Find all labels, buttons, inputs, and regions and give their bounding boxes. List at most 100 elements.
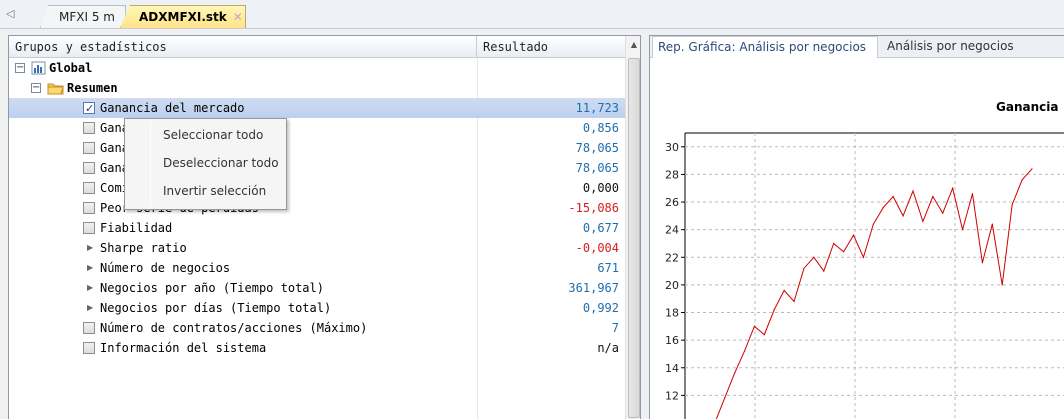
tab-label: ADXMFXI.stk — [139, 10, 227, 24]
row-label: Información del sistema — [100, 341, 267, 355]
table-row[interactable]: Ganancia del mercado 11,723 — [9, 98, 625, 119]
row-label: Global — [49, 61, 93, 75]
scrollbar-thumb[interactable] — [628, 58, 640, 418]
tab-adxmfxi[interactable]: ADXMFXI.stk ✕ — [120, 5, 246, 28]
data-point — [942, 212, 944, 214]
data-point — [803, 267, 805, 269]
collapse-icon[interactable]: − — [31, 83, 41, 93]
data-point — [852, 234, 855, 236]
row-checkbox[interactable] — [83, 99, 95, 119]
table-row[interactable]: ▶ Número de negocios 671 — [9, 258, 625, 278]
data-point — [892, 195, 894, 198]
expand-arrow-icon[interactable]: ▶ — [87, 258, 93, 278]
data-point — [872, 223, 874, 225]
y-tick-label: 28 — [665, 168, 679, 181]
y-tick-label: 30 — [665, 141, 679, 154]
scroll-left-icon[interactable]: ◁ — [6, 7, 14, 20]
row-label: Negocios por días (Tiempo total) — [100, 301, 332, 315]
row-checkbox[interactable] — [83, 122, 95, 134]
row-label: Fiabilidad — [100, 221, 173, 235]
menu-item-select-all[interactable]: Seleccionar todo — [153, 123, 281, 147]
row-checkbox[interactable] — [83, 322, 95, 334]
row-value: 671 — [597, 261, 619, 275]
row-value: 0,856 — [582, 121, 619, 135]
data-point — [1011, 204, 1013, 206]
y-tick-label: 22 — [665, 251, 679, 264]
table-row[interactable]: Comisiones0,000 — [9, 178, 625, 198]
data-point — [932, 195, 934, 198]
table-row[interactable]: ▶ Negocios por días (Tiempo total) 0,992 — [9, 298, 625, 318]
row-value: 0,677 — [582, 221, 619, 235]
y-tick-label: 20 — [665, 279, 679, 292]
data-point — [882, 206, 884, 209]
table-row[interactable]: Fiabilidad 0,677 — [9, 218, 625, 238]
row-value: 78,065 — [575, 161, 619, 175]
table-row[interactable]: Ganancia neta78,065 — [9, 158, 625, 178]
row-checkbox[interactable] — [83, 182, 95, 194]
row-value: 0,992 — [582, 301, 619, 315]
column-header-groups[interactable]: Grupos y estadísticos — [9, 36, 477, 58]
row-checkbox[interactable] — [83, 162, 95, 174]
row-value: 0,000 — [582, 181, 619, 195]
y-tick-label: 14 — [665, 362, 679, 375]
menu-item-deselect-all[interactable]: Deseleccionar todo — [153, 151, 281, 175]
table-row[interactable]: Información del sistema n/a — [9, 338, 625, 358]
chart-icon — [31, 61, 46, 75]
scroll-up-icon[interactable]: ▲ — [626, 36, 640, 54]
tab-graphic-report[interactable]: Rep. Gráfica: Análisis por negocios — [652, 36, 878, 58]
row-label: Ganancia del mercado — [100, 101, 245, 115]
data-point — [733, 372, 736, 374]
table-row[interactable]: ▶ Sharpe ratio -0,004 — [9, 238, 625, 258]
series-line — [715, 168, 1033, 419]
table-row[interactable]: − Global — [9, 58, 625, 78]
row-label: Número de contratos/acciones (Máximo) — [100, 321, 368, 335]
row-value: n/a — [597, 341, 619, 355]
data-point — [773, 309, 775, 311]
data-point — [763, 334, 765, 336]
tab-trade-analysis[interactable]: Análisis por negocios — [882, 36, 1042, 58]
row-label: Número de negocios — [100, 261, 231, 275]
profit-chart: Ganancia 12 14 16 18 20 22 24 26 28 30 — [665, 100, 1064, 419]
table-row[interactable]: Ganancia bruta78,065 — [9, 138, 625, 158]
table-row[interactable]: ▶ Negocios por año (Tiempo total) 361,967 — [9, 278, 625, 298]
row-value: 11,723 — [575, 101, 619, 115]
row-value: -15,086 — [568, 201, 619, 215]
data-point — [823, 270, 825, 272]
chart-panel: Rep. Gráfica: Análisis por negocios Anál… — [649, 35, 1064, 419]
row-label: Resumen — [67, 81, 118, 95]
row-checkbox[interactable] — [83, 142, 95, 154]
vertical-scrollbar[interactable]: ▲ — [625, 36, 640, 419]
data-point — [991, 223, 993, 225]
row-checkbox[interactable] — [83, 222, 95, 234]
data-point — [912, 190, 914, 192]
y-tick-label: 26 — [665, 196, 679, 209]
expand-arrow-icon[interactable]: ▶ — [87, 238, 93, 258]
data-point — [1021, 179, 1023, 181]
data-point — [724, 397, 726, 399]
row-checkbox[interactable] — [83, 342, 95, 354]
column-header-result[interactable]: Resultado — [477, 36, 625, 58]
tab-label: MFXI 5 m — [59, 10, 115, 24]
context-menu: Seleccionar todo Deseleccionar todo Inve… — [124, 118, 287, 210]
expand-arrow-icon[interactable]: ▶ — [87, 278, 93, 298]
data-point — [922, 220, 924, 222]
expand-arrow-icon[interactable]: ▶ — [87, 298, 93, 318]
table-row[interactable]: Número de contratos/acciones (Máximo) 7 — [9, 318, 625, 338]
close-icon[interactable]: ✕ — [233, 10, 243, 24]
row-value: 361,967 — [568, 281, 619, 295]
data-point — [743, 350, 746, 352]
tab-mfxi-5m[interactable]: MFXI 5 m — [40, 5, 126, 28]
row-label: Negocios por año (Tiempo total) — [100, 281, 324, 295]
folder-icon — [47, 83, 64, 95]
menu-item-invert-selection[interactable]: Invertir selección — [153, 179, 281, 203]
data-point — [833, 242, 835, 245]
table-row[interactable]: − Resumen — [9, 78, 625, 98]
row-checkbox[interactable] — [83, 202, 95, 214]
table-row[interactable]: Peor serie de pérdidas-15,086 — [9, 198, 625, 218]
data-point — [961, 229, 964, 231]
menu-gutter — [150, 122, 151, 206]
collapse-icon[interactable]: − — [15, 63, 25, 73]
row-value: 78,065 — [575, 141, 619, 155]
table-row[interactable]: Ganancia media0,856 — [9, 118, 625, 138]
grid-header: Grupos y estadísticos Resultado — [9, 36, 625, 58]
